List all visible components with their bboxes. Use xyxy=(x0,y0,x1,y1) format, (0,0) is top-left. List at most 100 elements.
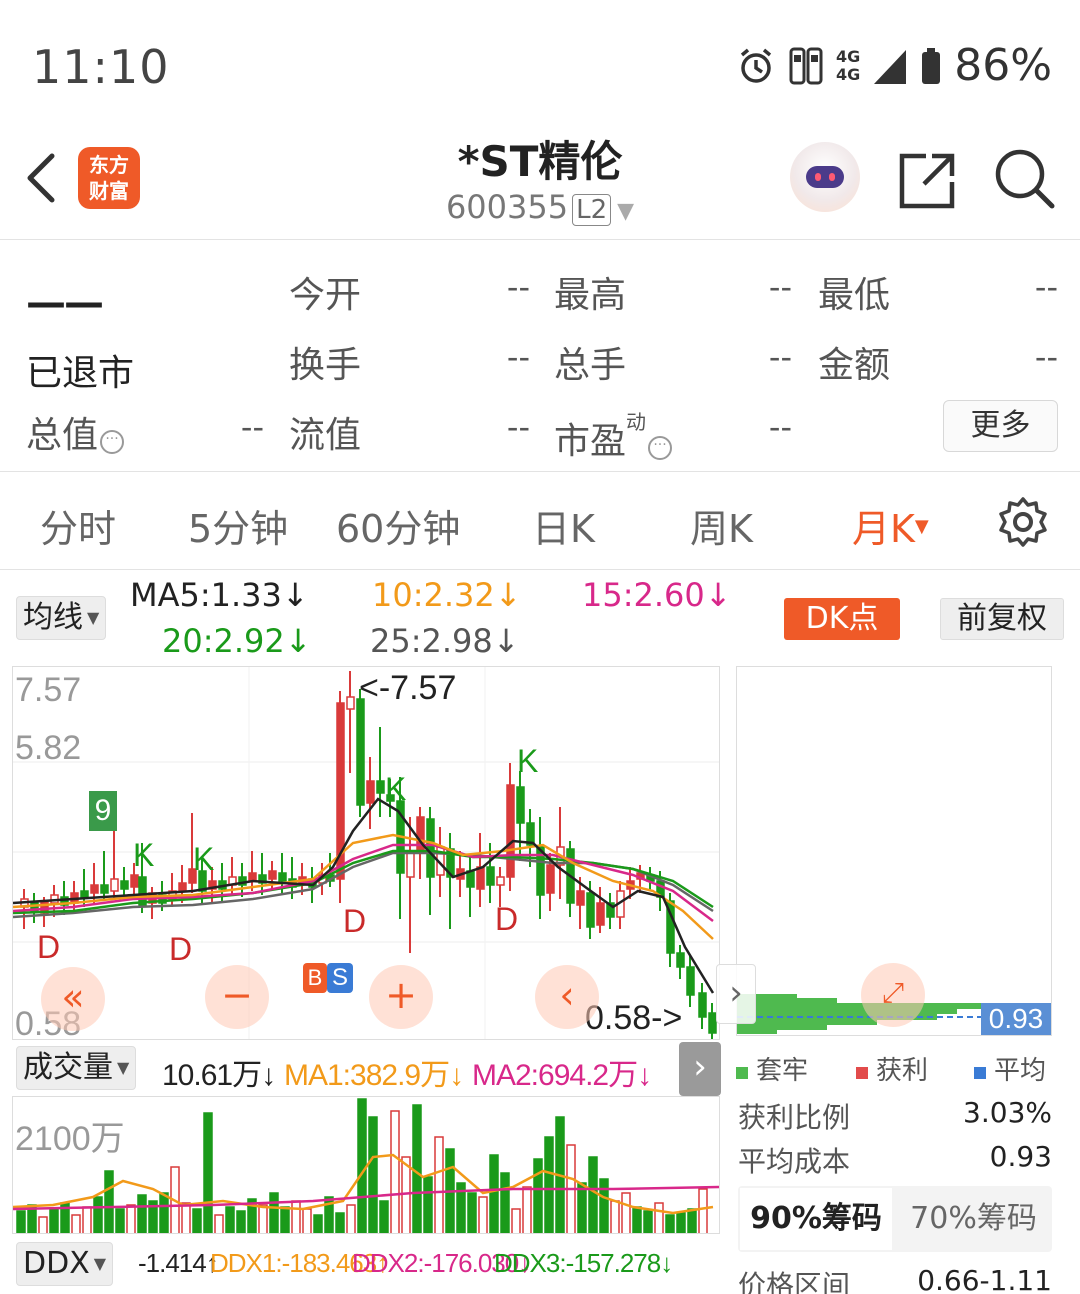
ma10-value: 10:2.32↓ xyxy=(372,576,522,614)
label-market-cap[interactable]: 总值 ··· xyxy=(26,406,125,458)
listing-status: 已退市 xyxy=(26,353,135,394)
ddx-value: -1.414↑ xyxy=(138,1248,219,1278)
volume-chart[interactable]: 2100万 xyxy=(12,1096,720,1234)
volume-bar xyxy=(654,1202,664,1233)
volume-indicator-select[interactable]: 成交量 ▼ xyxy=(16,1046,137,1090)
tab-weekly[interactable]: 周K xyxy=(690,498,753,553)
status-bar: 11:10 4G 4G 86% xyxy=(0,0,1080,120)
info-dots-icon[interactable]: ··· xyxy=(648,436,673,460)
volume-bar xyxy=(478,1196,488,1233)
volume-bar xyxy=(225,1206,235,1233)
volume-bar xyxy=(687,1208,697,1233)
volume-bar xyxy=(665,1214,675,1233)
value-total-volume: -- xyxy=(768,338,792,376)
candle-body xyxy=(100,884,109,894)
indicator-select[interactable]: 均线 ▼ xyxy=(16,596,107,640)
candle-body xyxy=(516,786,525,824)
volume-bar xyxy=(313,1214,323,1233)
tab-monthly[interactable]: 月K▼ xyxy=(852,498,929,553)
zoom-in-button[interactable]: + xyxy=(369,965,433,1029)
volume-bar xyxy=(621,1192,631,1233)
ddx-legend: DDX ▼ -1.414↑ DDX1:-183.463↑ DDX2:-176.03… xyxy=(0,1240,720,1294)
dropdown-triangle-icon: ▼ xyxy=(617,199,635,224)
volume-bar xyxy=(236,1210,246,1233)
volume-bar xyxy=(159,1192,169,1233)
battery-percent: 86% xyxy=(954,40,1052,91)
avg-cost-value: 0.93 xyxy=(989,1140,1052,1173)
volume-bar xyxy=(49,1208,59,1233)
candle-body xyxy=(486,866,495,886)
candle-body xyxy=(586,892,595,928)
volume-value: 10.61万↓ xyxy=(162,1059,276,1092)
search-icon[interactable] xyxy=(992,146,1056,210)
chip-distribution-chart[interactable]: 0.93 ⤢ xyxy=(736,666,1052,1036)
candle-body xyxy=(80,890,89,898)
volume-bar xyxy=(346,1204,356,1233)
forward-adjust-button[interactable]: 前复权 xyxy=(940,598,1064,640)
next-indicator-button[interactable]: › xyxy=(679,1042,721,1096)
tab-70-chip[interactable]: 70%筹码 xyxy=(895,1186,1052,1252)
tab-intraday[interactable]: 分时 xyxy=(40,498,116,553)
value-float-cap: -- xyxy=(506,408,530,446)
tab-5min[interactable]: 5分钟 xyxy=(188,498,288,553)
label-pe[interactable]: 市盈动··· xyxy=(554,406,673,464)
volume-bar xyxy=(115,1208,125,1233)
ma20-value: 20:2.92↓ xyxy=(162,622,312,660)
legend-trapped: 套牢 xyxy=(736,1050,808,1087)
volume-bar xyxy=(203,1112,213,1233)
tab-60min[interactable]: 60分钟 xyxy=(336,498,460,553)
volume-bar xyxy=(588,1156,598,1233)
tab-daily[interactable]: 日K xyxy=(532,498,595,553)
buy-signal-marker: B xyxy=(303,963,327,993)
volume-bar xyxy=(676,1212,686,1233)
ai-assistant-icon[interactable] xyxy=(790,142,860,212)
value-turnover: -- xyxy=(506,338,530,376)
share-icon[interactable] xyxy=(896,150,958,212)
zoom-out-button[interactable]: − xyxy=(205,965,269,1029)
volume-bar xyxy=(423,1176,433,1233)
candle-body xyxy=(506,784,515,878)
volume-bar xyxy=(214,1214,224,1233)
tab-90-chip[interactable]: 90%筹码 xyxy=(740,1188,892,1250)
candle-body xyxy=(576,890,585,906)
ddx-indicator-select[interactable]: DDX ▼ xyxy=(16,1242,114,1286)
volume-bar xyxy=(335,1212,345,1233)
volume-bar xyxy=(522,1186,532,1233)
dk-point-button[interactable]: DK点 xyxy=(784,598,900,640)
avg-cost-row: 平均成本 0.93 xyxy=(738,1140,1052,1178)
candle-body xyxy=(426,818,435,878)
scroll-left-button[interactable]: ‹ xyxy=(535,965,599,1029)
label-high: 最高 xyxy=(554,275,627,316)
candle-body xyxy=(708,1012,717,1034)
ma5-line xyxy=(13,797,715,994)
gear-icon[interactable] xyxy=(997,496,1049,548)
candle-body xyxy=(346,696,355,710)
y-axis-high: 7.57 xyxy=(15,671,82,709)
value-market-cap: -- xyxy=(240,408,264,446)
kline-chart[interactable]: 7.57 5.82 0.58 <-7.57 0.58-> 9 K K K K D… xyxy=(12,666,720,1040)
fast-back-button[interactable]: « xyxy=(41,967,105,1031)
status-icons: 4G 4G 86% xyxy=(736,40,1052,91)
candle-body xyxy=(268,870,277,880)
legend-profit: 获利 xyxy=(856,1050,928,1087)
dual-sim-icon xyxy=(789,47,823,84)
volume-bar xyxy=(511,1208,521,1233)
label-low: 最低 xyxy=(818,275,891,316)
volume-y-max: 2100万 xyxy=(15,1120,125,1158)
d-marker: D xyxy=(37,929,60,965)
expand-icon[interactable]: ⤢ xyxy=(861,963,925,1027)
volume-bar xyxy=(401,1156,411,1233)
candle-body xyxy=(90,884,99,894)
more-button[interactable]: 更多 xyxy=(943,400,1058,452)
signal-icon xyxy=(874,49,907,84)
d-marker: D xyxy=(169,931,192,967)
chart-next-arrow[interactable]: › xyxy=(716,964,756,1024)
volume-bar xyxy=(379,1200,389,1233)
volume-bar xyxy=(577,1182,587,1233)
volume-bar xyxy=(258,1204,268,1233)
candle-body xyxy=(130,874,139,888)
info-dots-icon[interactable]: ··· xyxy=(100,430,125,454)
candle-body xyxy=(110,878,119,892)
stock-code: 600355 xyxy=(445,188,569,226)
volume-bar xyxy=(599,1178,609,1233)
